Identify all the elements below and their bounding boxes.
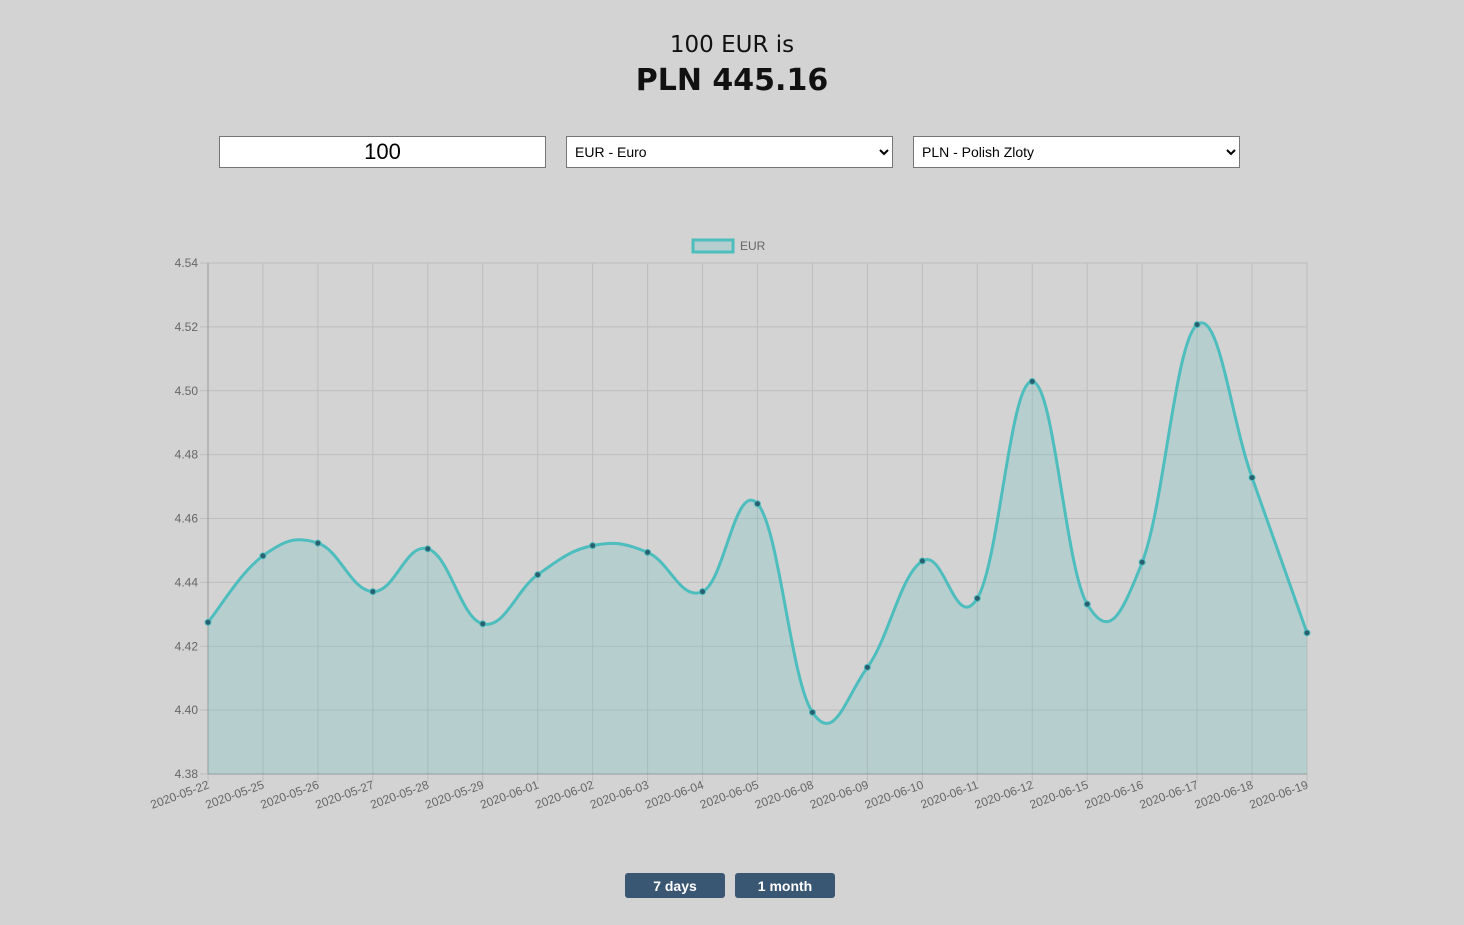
x-tick-label: 2020-06-12 — [973, 778, 1036, 812]
x-tick-label: 2020-06-10 — [863, 778, 926, 812]
data-point — [204, 618, 212, 626]
x-tick-label: 2020-06-08 — [753, 778, 816, 812]
data-point — [1248, 474, 1256, 482]
y-tick-label: 4.48 — [175, 448, 199, 462]
x-tick-label: 2020-05-25 — [203, 778, 266, 812]
data-point — [1083, 600, 1091, 608]
x-tick-label: 2020-05-27 — [313, 778, 376, 812]
legend-label-eur: EUR — [740, 239, 766, 253]
y-tick-label: 4.44 — [175, 575, 199, 589]
exchange-rate-chart: 4.544.524.504.484.464.444.424.404.382020… — [149, 238, 1311, 812]
data-point — [369, 588, 377, 596]
x-tick-label: 2020-06-04 — [643, 778, 706, 812]
data-point — [644, 548, 652, 556]
x-tick-label: 2020-06-05 — [698, 778, 761, 812]
x-tick-label: 2020-05-22 — [149, 778, 212, 812]
x-tick-label: 2020-05-28 — [368, 778, 431, 812]
data-point — [314, 539, 322, 547]
y-tick-label: 4.52 — [175, 320, 199, 334]
x-tick-label: 2020-06-09 — [808, 778, 871, 812]
data-point — [424, 545, 432, 553]
x-tick-label: 2020-06-02 — [533, 778, 596, 812]
y-tick-label: 4.40 — [175, 703, 199, 717]
data-point — [973, 594, 981, 602]
y-tick-label: 4.38 — [175, 767, 199, 781]
x-tick-label: 2020-06-18 — [1193, 778, 1256, 812]
x-tick-label: 2020-06-15 — [1028, 778, 1091, 812]
x-tick-label: 2020-06-17 — [1138, 778, 1201, 812]
range-buttons: 7 days 1 month — [625, 873, 835, 898]
data-point — [699, 588, 707, 596]
y-tick-label: 4.54 — [175, 256, 199, 270]
data-point — [1303, 629, 1311, 637]
y-tick-label: 4.46 — [175, 512, 199, 526]
one-month-button[interactable]: 1 month — [735, 873, 835, 898]
data-point — [479, 620, 487, 628]
data-point — [1028, 377, 1036, 385]
data-point — [589, 542, 597, 550]
legend-swatch-eur — [691, 238, 735, 254]
data-point — [1138, 558, 1146, 566]
x-tick-label: 2020-06-03 — [588, 778, 651, 812]
data-point — [863, 663, 871, 671]
data-point — [754, 500, 761, 508]
data-point — [918, 557, 926, 565]
x-tick-label: 2020-06-16 — [1083, 778, 1146, 812]
x-tick-label: 2020-06-01 — [478, 778, 541, 812]
data-point — [808, 708, 816, 716]
x-tick-label: 2020-05-26 — [258, 778, 321, 812]
y-tick-label: 4.42 — [175, 639, 199, 653]
data-point — [534, 571, 542, 579]
x-tick-label: 2020-06-19 — [1248, 778, 1311, 812]
seven-days-button[interactable]: 7 days — [625, 873, 725, 898]
y-tick-label: 4.50 — [175, 384, 199, 398]
x-tick-label: 2020-06-11 — [919, 778, 981, 812]
data-point — [259, 552, 267, 560]
data-point — [1193, 321, 1201, 329]
x-tick-label: 2020-05-29 — [423, 778, 486, 812]
